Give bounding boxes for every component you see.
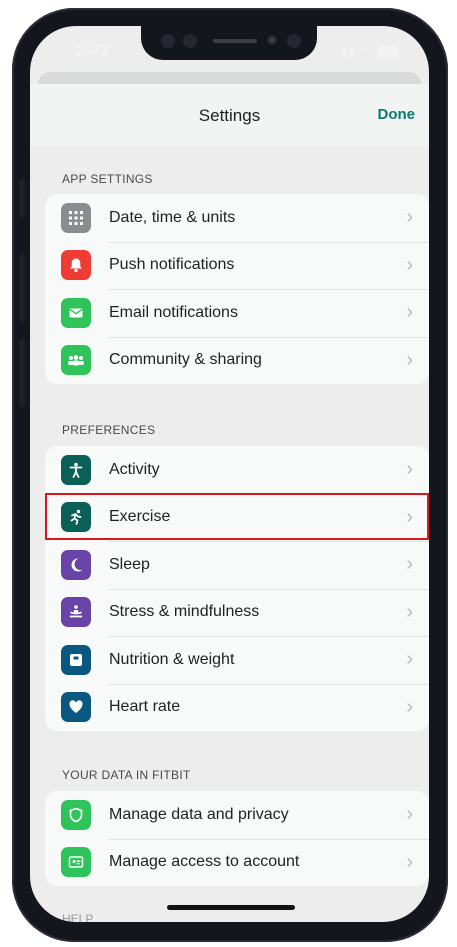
- section-title-preferences: PREFERENCES: [62, 423, 156, 437]
- row-label: Manage access to account: [109, 853, 300, 871]
- chevron-right-icon: ›: [406, 253, 413, 276]
- volume-down-button: [19, 338, 25, 408]
- row-label: Email notifications: [109, 303, 238, 321]
- battery-icon: [377, 45, 399, 57]
- speaker: [213, 39, 257, 43]
- section-title-help-partial: HELP: [62, 912, 94, 922]
- row-community-sharing[interactable]: Community & sharing ›: [45, 336, 429, 385]
- home-indicator[interactable]: [167, 905, 295, 910]
- camera-lens: [161, 34, 175, 48]
- row-label: Nutrition & weight: [109, 650, 235, 668]
- scale-icon: [61, 644, 91, 675]
- chevron-right-icon: ›: [406, 648, 413, 671]
- chevron-right-icon: ›: [406, 505, 413, 528]
- done-button[interactable]: Done: [378, 106, 416, 123]
- row-email-notifications[interactable]: Email notifications ›: [45, 289, 429, 337]
- chevron-right-icon: ›: [406, 458, 413, 481]
- mute-switch: [19, 178, 25, 218]
- status-time: 2:43: [76, 42, 109, 59]
- status-icons: ▮▮ ◠: [341, 44, 399, 58]
- row-label: Community & sharing: [109, 351, 262, 369]
- grid-icon: [61, 202, 91, 233]
- chevron-right-icon: ›: [406, 803, 413, 826]
- section-title-app-settings: APP SETTINGS: [62, 172, 153, 186]
- section-title-your-data: YOUR DATA IN FITBIT: [62, 768, 191, 782]
- your-data-group: Manage data and privacy › Manage access …: [45, 791, 429, 886]
- people-icon: [61, 345, 91, 376]
- shield-icon: [61, 799, 91, 830]
- notch: [141, 26, 317, 60]
- chevron-right-icon: ›: [406, 301, 413, 324]
- meditation-icon: [61, 597, 91, 628]
- chevron-right-icon: ›: [406, 600, 413, 623]
- signal-icon: ▮▮: [341, 44, 355, 58]
- row-label: Stress & mindfulness: [109, 603, 260, 621]
- camera-sensor: [183, 34, 197, 48]
- row-sleep[interactable]: Sleep ›: [45, 541, 429, 589]
- app-settings-group: Date, time & units › Push notifications …: [45, 194, 429, 384]
- chevron-right-icon: ›: [406, 206, 413, 229]
- row-label: Manage data and privacy: [109, 805, 289, 823]
- chevron-right-icon: ›: [406, 850, 413, 873]
- row-label: Exercise: [109, 508, 171, 526]
- moon-icon: [61, 549, 91, 580]
- chevron-right-icon: ›: [406, 348, 413, 371]
- page-title: Settings: [198, 106, 261, 125]
- chevron-right-icon: ›: [406, 695, 413, 718]
- person-icon: [61, 454, 91, 485]
- front-camera: [267, 35, 277, 45]
- row-push-notifications[interactable]: Push notifications ›: [45, 241, 429, 290]
- row-label: Sleep: [109, 555, 150, 573]
- wifi-icon: ◠: [360, 44, 371, 58]
- row-manage-access-account[interactable]: Manage access to account ›: [45, 838, 429, 887]
- row-exercise[interactable]: Exercise ›: [45, 493, 429, 542]
- preferences-group: Activity › Exercise › Sleep › Stress & m…: [45, 446, 429, 731]
- row-date-time-units[interactable]: Date, time & units ›: [45, 194, 429, 242]
- row-stress-mindfulness[interactable]: Stress & mindfulness ›: [45, 588, 429, 637]
- row-nutrition-weight[interactable]: Nutrition & weight ›: [45, 636, 429, 684]
- row-activity[interactable]: Activity ›: [45, 446, 429, 494]
- runner-icon: [61, 502, 91, 533]
- row-manage-data-privacy[interactable]: Manage data and privacy ›: [45, 791, 429, 839]
- bell-icon: [61, 250, 91, 281]
- row-label: Push notifications: [109, 256, 235, 274]
- row-label: Date, time & units: [109, 208, 236, 226]
- heart-icon: [61, 692, 91, 723]
- proximity-sensor: [287, 34, 301, 48]
- row-label: Activity: [109, 460, 160, 478]
- chevron-right-icon: ›: [406, 553, 413, 576]
- volume-up-button: [19, 253, 25, 323]
- row-heart-rate[interactable]: Heart rate ›: [45, 683, 429, 732]
- screen: 2:43 ▮▮ ◠ Settings Done APP SETTINGS Dat…: [30, 26, 429, 922]
- row-label: Heart rate: [109, 698, 181, 716]
- account-card-icon: [61, 847, 91, 878]
- envelope-icon: [61, 297, 91, 328]
- settings-header: Settings Done: [30, 84, 429, 146]
